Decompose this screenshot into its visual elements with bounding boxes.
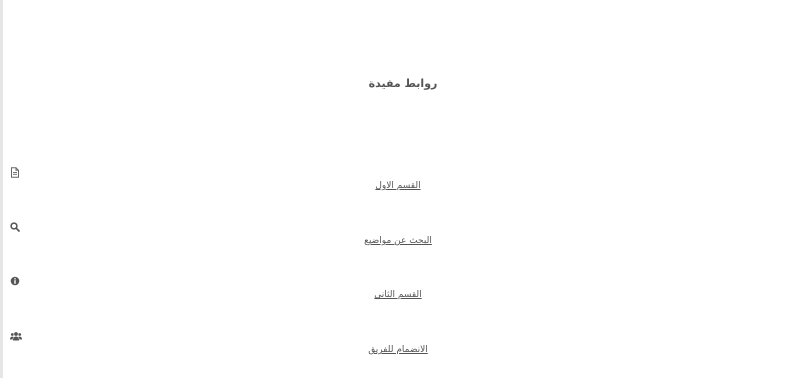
link-first-section[interactable]: القسم الاول: [0, 181, 796, 191]
link-row-second-section: القسم الثاني: [0, 276, 800, 300]
info-icon: [10, 276, 22, 288]
page: روابط مفيدة القسم الاول البحث عن مواضيع: [0, 0, 800, 378]
users-icon: [10, 331, 22, 343]
link-search-topics[interactable]: البحث عن مواضيع: [0, 236, 796, 246]
document-icon: [10, 167, 22, 179]
useful-links-heading: روابط مفيدة: [368, 77, 438, 90]
link-second-section[interactable]: القسم الثاني: [0, 290, 796, 300]
link-row-search-topics: البحث عن مواضيع: [0, 222, 800, 246]
link-row-join-team: الانضمام للفريق: [0, 331, 800, 355]
link-join-team[interactable]: الانضمام للفريق: [0, 345, 796, 355]
search-icon: [10, 222, 22, 234]
link-row-first-section: القسم الاول: [0, 167, 800, 191]
